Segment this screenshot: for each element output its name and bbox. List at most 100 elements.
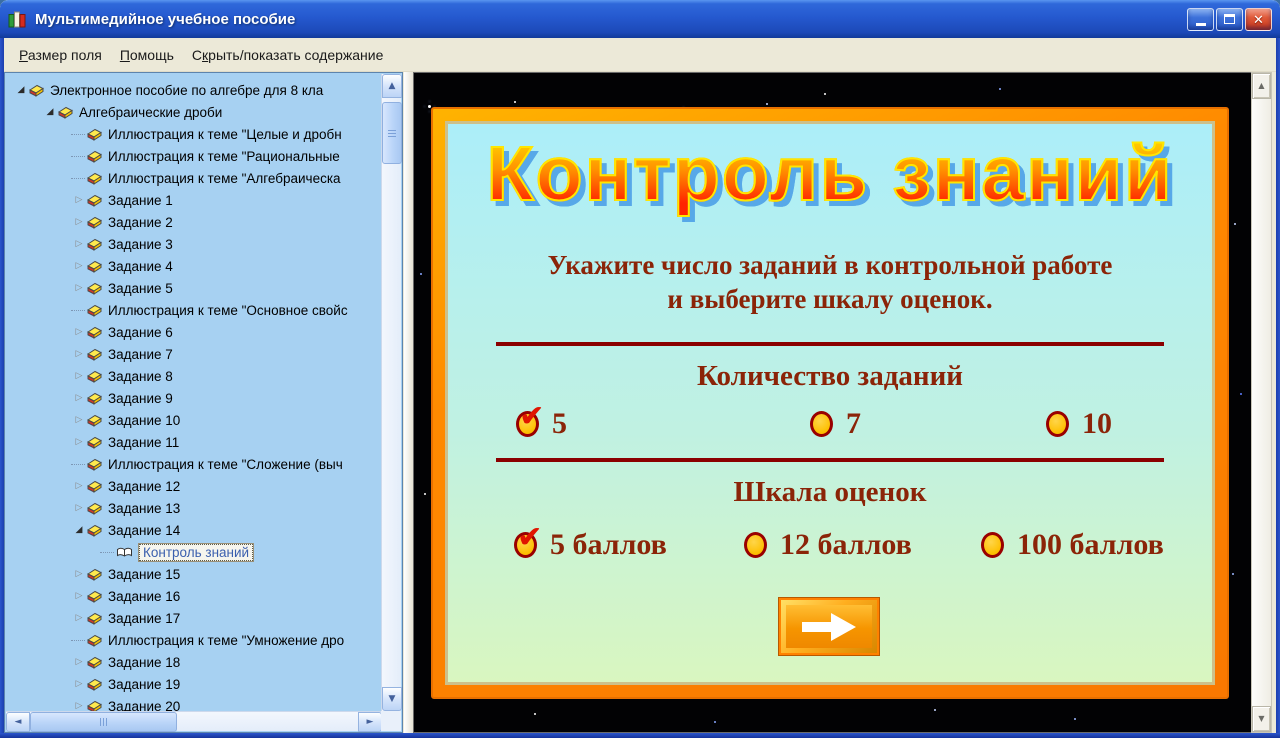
tree-collapsed-arrow-icon[interactable]: ▷ (71, 657, 87, 667)
tree-item[interactable]: ▷ Задание 18 (5, 651, 402, 673)
tree-item[interactable]: ▷ Задание 7 (5, 343, 402, 365)
content-scroll-up-button[interactable]: ▲ (1252, 73, 1271, 99)
tree-item[interactable]: ▷ Задание 3 (5, 233, 402, 255)
maximize-icon (1224, 14, 1235, 24)
tree-item[interactable]: ▷ Задание 11 (5, 431, 402, 453)
tree-item[interactable]: Иллюстрация к теме "Целые и дробн (5, 123, 402, 145)
tree-item[interactable]: ▷ Задание 10 (5, 409, 402, 431)
tree-item[interactable]: Иллюстрация к теме "Основное свойс (5, 299, 402, 321)
content-vertical-scrollbar[interactable]: ▲ ▼ (1251, 72, 1272, 733)
tree-item[interactable]: Иллюстрация к теме "Алгебраическа (5, 167, 402, 189)
tree-item[interactable]: ◢ Электронное пособие по алгебре для 8 к… (5, 79, 402, 101)
app-books-icon[interactable] (8, 11, 28, 28)
menu-item-field-size[interactable]: Размер поля (10, 43, 111, 67)
tree-item[interactable]: ▷ Задание 1 (5, 189, 402, 211)
star-dot (424, 493, 426, 495)
panel-splitter[interactable] (404, 72, 413, 733)
tree-item[interactable]: ▷ Задание 4 (5, 255, 402, 277)
tree-item-label: Задание 2 (108, 214, 173, 230)
scale-option-12-баллов[interactable]: 12 баллов (744, 528, 912, 562)
scale-option-5-баллов[interactable]: ✔ 5 баллов (514, 523, 667, 562)
tree-item-label: Задание 11 (108, 434, 180, 450)
tree-hscroll-thumb[interactable] (30, 712, 177, 732)
tree-item[interactable]: ▷ Задание 19 (5, 673, 402, 695)
minimize-button[interactable] (1187, 7, 1214, 31)
tree-item-label: Задание 16 (108, 588, 181, 604)
tree-vertical-scrollbar[interactable]: ▲ ▼ (381, 74, 402, 711)
tree-collapsed-arrow-icon[interactable]: ▷ (71, 239, 87, 249)
tree-collapsed-arrow-icon[interactable]: ▷ (71, 349, 87, 359)
quantity-option-7[interactable]: 7 (810, 407, 861, 441)
tree-item[interactable]: Контроль знаний (5, 541, 402, 563)
radio-button[interactable]: ✔ (514, 523, 542, 558)
tree-collapsed-arrow-icon[interactable]: ▷ (71, 261, 87, 271)
tree-collapsed-arrow-icon[interactable]: ▷ (71, 217, 87, 227)
radio-button[interactable] (981, 532, 1004, 558)
tree-item[interactable]: ▷ Задание 15 (5, 563, 402, 585)
radio-button[interactable] (810, 411, 833, 437)
close-button[interactable]: ✕ (1245, 7, 1272, 31)
tree-collapsed-arrow-icon[interactable]: ▷ (71, 283, 87, 293)
book-icon (87, 260, 102, 273)
tree-collapsed-arrow-icon[interactable]: ▷ (71, 437, 87, 447)
contents-tree: ◢ Электронное пособие по алгебре для 8 к… (5, 73, 402, 717)
tree-item-label: Иллюстрация к теме "Умножение дро (108, 632, 345, 648)
tree-item[interactable]: ▷ Задание 17 (5, 607, 402, 629)
menu-item-toggle-contents[interactable]: Скрыть/показать содержание (183, 43, 392, 67)
star-dot (534, 713, 536, 715)
book-icon (87, 194, 102, 207)
tree-collapsed-arrow-icon[interactable]: ▷ (71, 415, 87, 425)
tree-item[interactable]: ▷ Задание 16 (5, 585, 402, 607)
tree-item[interactable]: ◢ Алгебраические дроби (5, 101, 402, 123)
scroll-up-button[interactable]: ▲ (382, 74, 402, 98)
tree-item[interactable]: Иллюстрация к теме "Сложение (выч (5, 453, 402, 475)
tree-expanded-arrow-icon[interactable]: ◢ (71, 525, 87, 535)
book-icon (87, 216, 102, 229)
tree-collapsed-arrow-icon[interactable]: ▷ (71, 503, 87, 513)
tree-collapsed-arrow-icon[interactable]: ▷ (71, 569, 87, 579)
scroll-down-icon: ▼ (388, 694, 396, 704)
tree-collapsed-arrow-icon[interactable]: ▷ (71, 679, 87, 689)
quantity-option-10[interactable]: 10 (1046, 407, 1112, 441)
tree-vscroll-thumb[interactable] (382, 102, 402, 164)
app-window: Мультимедийное учебное пособие ✕ Размер … (0, 0, 1280, 738)
instruction-text: Укажите число заданий в контрольной рабо… (448, 248, 1212, 316)
tree-expanded-arrow-icon[interactable]: ◢ (13, 85, 29, 95)
tree-collapsed-arrow-icon[interactable]: ▷ (71, 613, 87, 623)
tree-collapsed-arrow-icon[interactable]: ▷ (71, 481, 87, 491)
maximize-button[interactable] (1216, 7, 1243, 31)
tree-collapsed-arrow-icon[interactable]: ▷ (71, 371, 87, 381)
next-button[interactable] (779, 598, 879, 655)
tree-item-label: Задание 17 (108, 610, 181, 626)
tree-item[interactable]: ▷ Задание 12 (5, 475, 402, 497)
book-icon (87, 392, 102, 405)
tree-collapsed-arrow-icon[interactable]: ▷ (71, 393, 87, 403)
tree-item[interactable]: ▷ Задание 2 (5, 211, 402, 233)
tree-item[interactable]: ▷ Задание 8 (5, 365, 402, 387)
scale-option-100-баллов[interactable]: 100 баллов (981, 528, 1164, 562)
tree-item[interactable]: ▷ Задание 6 (5, 321, 402, 343)
scroll-left-button[interactable]: ◄ (6, 712, 30, 732)
tree-item[interactable]: Иллюстрация к теме "Рациональные (5, 145, 402, 167)
tree-item[interactable]: ▷ Задание 5 (5, 277, 402, 299)
scroll-right-button[interactable]: ► (358, 712, 382, 732)
tree-horizontal-scrollbar[interactable]: ◄ ► (6, 711, 382, 732)
tree-item[interactable]: ▷ Задание 13 (5, 497, 402, 519)
menu-item-help[interactable]: Помощь (111, 43, 183, 67)
radio-button[interactable] (1046, 411, 1069, 437)
tree-item[interactable]: ◢ Задание 14 (5, 519, 402, 541)
tree-item[interactable]: ▷ Задание 9 (5, 387, 402, 409)
radio-button[interactable] (744, 532, 767, 558)
scroll-down-button[interactable]: ▼ (382, 687, 402, 711)
content-scroll-down-button[interactable]: ▼ (1252, 706, 1271, 732)
tree-item-label: Задание 1 (108, 192, 173, 208)
tree-collapsed-arrow-icon[interactable]: ▷ (71, 701, 87, 711)
tree-collapsed-arrow-icon[interactable]: ▷ (71, 327, 87, 337)
quantity-option-5[interactable]: ✔ 5 (516, 402, 567, 441)
tree-collapsed-arrow-icon[interactable]: ▷ (71, 591, 87, 601)
tree-expanded-arrow-icon[interactable]: ◢ (42, 107, 58, 117)
radio-button[interactable]: ✔ (516, 402, 544, 437)
card-inner: Контроль знаний Укажите число заданий в … (445, 121, 1215, 685)
tree-item[interactable]: Иллюстрация к теме "Умножение дро (5, 629, 402, 651)
tree-collapsed-arrow-icon[interactable]: ▷ (71, 195, 87, 205)
